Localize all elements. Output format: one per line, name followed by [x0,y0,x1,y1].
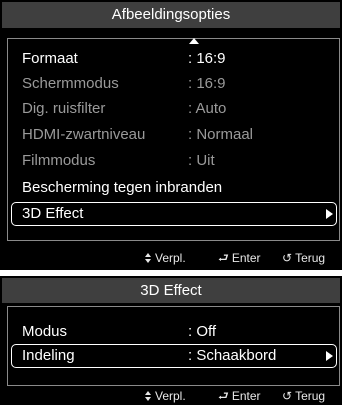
menu-item-label: 3D Effect [22,205,84,222]
menu-item-value: : 16:9 [188,50,226,67]
up-down-arrows-icon [145,253,152,263]
back-hint[interactable]: ↺ Terug [282,249,325,267]
menu-item-label: Indeling [22,347,75,364]
picture-options-menu: Afbeeldingsopties Formaat : 16:9 Schermm… [0,0,342,270]
up-down-arrows-icon [145,391,152,401]
back-hint[interactable]: ↺ Terug [282,387,325,405]
triangle-up-icon[interactable] [189,38,199,44]
triangle-right-icon [326,351,333,361]
menu-item-value: : Auto [188,100,227,117]
menu-item-label: Dig. ruisfilter [22,100,106,117]
menu-item-schermmodus: Schermmodus : 16:9 [11,72,337,96]
enter-icon: ⮐ [218,251,229,265]
move-hint-label: Verpl. [155,251,186,265]
enter-icon: ⮐ [218,389,229,403]
menu-item-label: Formaat [22,50,78,67]
menu-item-modus[interactable]: Modus : Off [11,320,337,344]
3d-effect-menu: 3D Effect Modus : Off Indeling : Schaakb… [0,276,342,405]
menu-item-label: Modus [22,323,68,340]
menu-item-bescherming-tegen-inbranden[interactable]: Bescherming tegen inbranden [11,176,337,200]
menu-list: Modus : Off Indeling : Schaakbord [7,306,340,386]
enter-hint[interactable]: ⮐ Enter [218,387,261,405]
menu-item-filmmodus: Filmmodus : Uit [11,149,337,173]
menu-item-value: : Uit [188,152,215,169]
enter-hint-label: Enter [231,389,261,403]
menu-item-label: HDMI-zwartniveau [22,126,146,143]
move-hint: Verpl. [145,387,186,405]
menu-item-label: Filmmodus [22,152,96,169]
menu-list: Formaat : 16:9 Schermmodus : 16:9 Dig. r… [7,38,340,241]
enter-hint[interactable]: ⮐ Enter [218,249,261,267]
menu-item-value: : Off [188,323,217,340]
menu-item-label: Schermmodus [22,75,119,92]
triangle-right-icon [326,209,333,219]
menu-item-label: Bescherming tegen inbranden [22,179,223,196]
menu-item-hdmi-zwartniveau: HDMI-zwartniveau : Normaal [11,123,337,147]
return-icon: ↺ [282,251,293,265]
menu-title: 3D Effect [2,278,340,303]
move-hint: Verpl. [145,249,186,267]
menu-item-formaat[interactable]: Formaat : 16:9 [11,47,337,71]
menu-item-3d-effect[interactable]: 3D Effect [11,202,337,226]
menu-item-indeling[interactable]: Indeling : Schaakbord [11,344,337,368]
menu-item-value: : Normaal [188,126,254,143]
back-hint-label: Terug [295,251,326,265]
menu-footer: Verpl. ⮐ Enter ↺ Terug [0,387,342,405]
menu-item-value: : Schaakbord [188,347,277,364]
menu-title: Afbeeldingsopties [2,2,340,28]
back-hint-label: Terug [295,389,326,403]
menu-item-dig-ruisfilter: Dig. ruisfilter : Auto [11,97,337,121]
enter-hint-label: Enter [231,251,261,265]
move-hint-label: Verpl. [155,389,186,403]
menu-footer: Verpl. ⮐ Enter ↺ Terug [0,249,342,267]
menu-item-value: : 16:9 [188,75,226,92]
return-icon: ↺ [282,389,293,403]
